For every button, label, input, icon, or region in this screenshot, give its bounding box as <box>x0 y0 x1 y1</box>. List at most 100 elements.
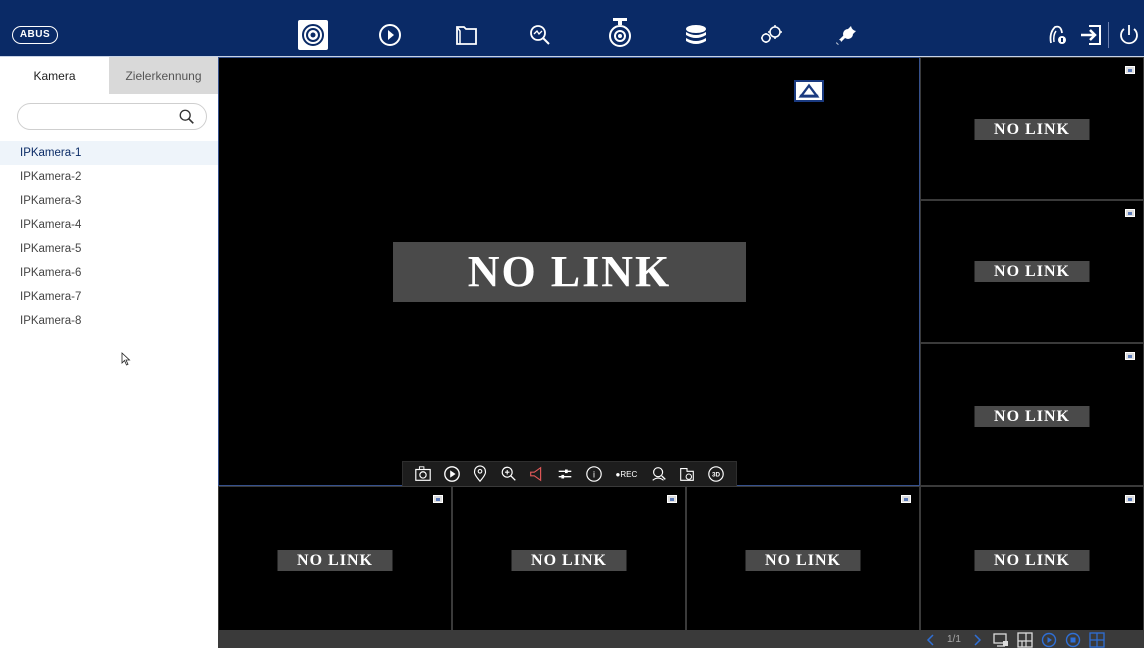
snapshot-icon <box>415 466 432 481</box>
zoom-in-icon <box>501 466 516 481</box>
location-button[interactable] <box>470 464 490 484</box>
sidebar-tabs: Kamera Zielerkennung <box>0 57 218 94</box>
nav-live-view[interactable] <box>298 20 328 50</box>
smart-search-icon <box>530 25 550 45</box>
svg-text:3D: 3D <box>712 472 721 479</box>
nav-divider <box>1108 22 1109 48</box>
camera-search-box <box>17 103 207 130</box>
user-lock-icon <box>1049 25 1066 44</box>
fullscreen-icon <box>1089 631 1105 648</box>
camera-search-input[interactable] <box>28 108 178 126</box>
video-tile[interactable]: NO LINK <box>920 57 1144 200</box>
chevron-right-icon <box>974 633 981 646</box>
video-tile[interactable]: NO LINK <box>920 486 1144 631</box>
nav-storage[interactable] <box>681 20 711 50</box>
mouse-cursor-icon <box>121 352 131 366</box>
camera-list-item[interactable]: IPKamera-6 <box>0 261 218 285</box>
video-tile[interactable]: NO LINK <box>920 200 1144 343</box>
instant-playback-button[interactable] <box>442 464 462 484</box>
snapshot-thumbnail-icon[interactable] <box>901 495 911 503</box>
nav-maintenance[interactable] <box>832 20 862 50</box>
abus-logo: ABUS <box>12 26 58 44</box>
video-tile[interactable]: NO LINK <box>452 486 686 631</box>
grid-layout-icon <box>1017 631 1033 648</box>
location-pin-icon <box>474 465 487 483</box>
snapshot-thumbnail-icon[interactable] <box>1125 495 1135 503</box>
maintenance-wrench-icon <box>836 26 856 45</box>
chevron-left-icon <box>926 633 934 646</box>
no-link-status: NO LINK <box>277 550 393 571</box>
tab-zielerkennung[interactable]: Zielerkennung <box>109 57 218 94</box>
face-search-icon <box>652 467 666 481</box>
snapshot-thumbnail-icon[interactable] <box>433 495 443 503</box>
digital-zoom-button[interactable] <box>499 464 519 484</box>
nav-settings[interactable] <box>756 20 786 50</box>
sliders-icon <box>559 469 572 479</box>
record-button[interactable]: ●REC <box>612 464 640 484</box>
nav-files[interactable] <box>451 20 481 50</box>
storage-icon <box>686 25 706 44</box>
ptz-camera-icon <box>609 18 631 47</box>
bottom-control-bar: 1/1 <box>218 631 1144 648</box>
no-link-status: NO LINK <box>511 550 627 571</box>
abus-badge-icon <box>794 80 824 102</box>
top-navigation-bar: ABUS <box>0 0 1144 57</box>
search-icon[interactable] <box>178 108 196 126</box>
camera-list-item[interactable]: IPKamera-1 <box>0 141 218 165</box>
camera-sidebar: Kamera Zielerkennung IPKamera-1 IPKamera… <box>0 57 218 648</box>
camera-list-item[interactable]: IPKamera-8 <box>0 309 218 333</box>
clip-button[interactable] <box>677 464 697 484</box>
camera-list-item[interactable]: IPKamera-4 <box>0 213 218 237</box>
next-page-button[interactable] <box>969 632 985 648</box>
camera-list-item[interactable]: IPKamera-7 <box>0 285 218 309</box>
snapshot-thumbnail-icon[interactable] <box>667 495 677 503</box>
camera-list-item[interactable]: IPKamera-5 <box>0 237 218 261</box>
snapshot-thumbnail-icon[interactable] <box>1125 209 1135 217</box>
play-circle-icon <box>443 466 460 482</box>
file-folder-icon <box>456 26 477 45</box>
pager: 1/1 <box>923 631 1105 648</box>
page-indicator: 1/1 <box>947 634 961 645</box>
snapshot-thumbnail-icon[interactable] <box>1125 352 1135 360</box>
monitor-icon <box>993 632 1008 647</box>
video-tile[interactable]: NO LINK <box>920 343 1144 486</box>
info-icon: i <box>586 466 602 482</box>
face-detect-button[interactable] <box>649 464 669 484</box>
main-video-tile[interactable]: NO LINK i ●REC 3D <box>218 57 920 487</box>
camera-list: IPKamera-1 IPKamera-2 IPKamera-3 IPKamer… <box>0 141 218 333</box>
prev-page-button[interactable] <box>923 632 939 648</box>
nav-playback[interactable] <box>375 20 405 50</box>
settings-icon <box>761 25 782 43</box>
camera-list-item[interactable]: IPKamera-3 <box>0 189 218 213</box>
tab-kamera[interactable]: Kamera <box>0 57 109 94</box>
svg-text:i: i <box>593 470 595 480</box>
camera-list-item[interactable]: IPKamera-2 <box>0 165 218 189</box>
no-link-status: NO LINK <box>393 242 746 302</box>
app-root: ABUS Kamera Zielerkennung IPKamera-1 IPK… <box>0 0 1144 648</box>
sequence-play-button[interactable] <box>1041 632 1057 648</box>
nav-smart-search[interactable] <box>525 20 555 50</box>
nav-ptz[interactable] <box>605 14 635 50</box>
play-circle-icon <box>1041 632 1057 647</box>
fullscreen-button[interactable] <box>1089 631 1105 648</box>
video-tile[interactable]: NO LINK <box>218 486 452 631</box>
power-button[interactable] <box>1114 20 1144 50</box>
audio-button[interactable] <box>527 464 547 484</box>
screen-output-button[interactable] <box>993 632 1009 648</box>
image-adjust-button[interactable] <box>555 464 575 484</box>
stop-button[interactable] <box>1065 632 1081 648</box>
snapshot-button[interactable] <box>413 464 433 484</box>
layout-button[interactable] <box>1017 631 1033 648</box>
camera-clip-icon <box>680 468 695 481</box>
live-view-icon <box>302 24 324 46</box>
speaker-muted-icon <box>530 466 542 482</box>
3d-positioning-button[interactable]: 3D <box>706 464 726 484</box>
playback-icon <box>379 24 401 46</box>
user-lock-button[interactable] <box>1042 20 1072 50</box>
snapshot-thumbnail-icon[interactable] <box>1125 66 1135 74</box>
video-tile[interactable]: NO LINK <box>686 486 920 631</box>
info-button[interactable]: i <box>584 464 604 484</box>
no-link-status: NO LINK <box>974 406 1090 427</box>
logout-button[interactable] <box>1076 20 1106 50</box>
no-link-status: NO LINK <box>974 119 1090 140</box>
